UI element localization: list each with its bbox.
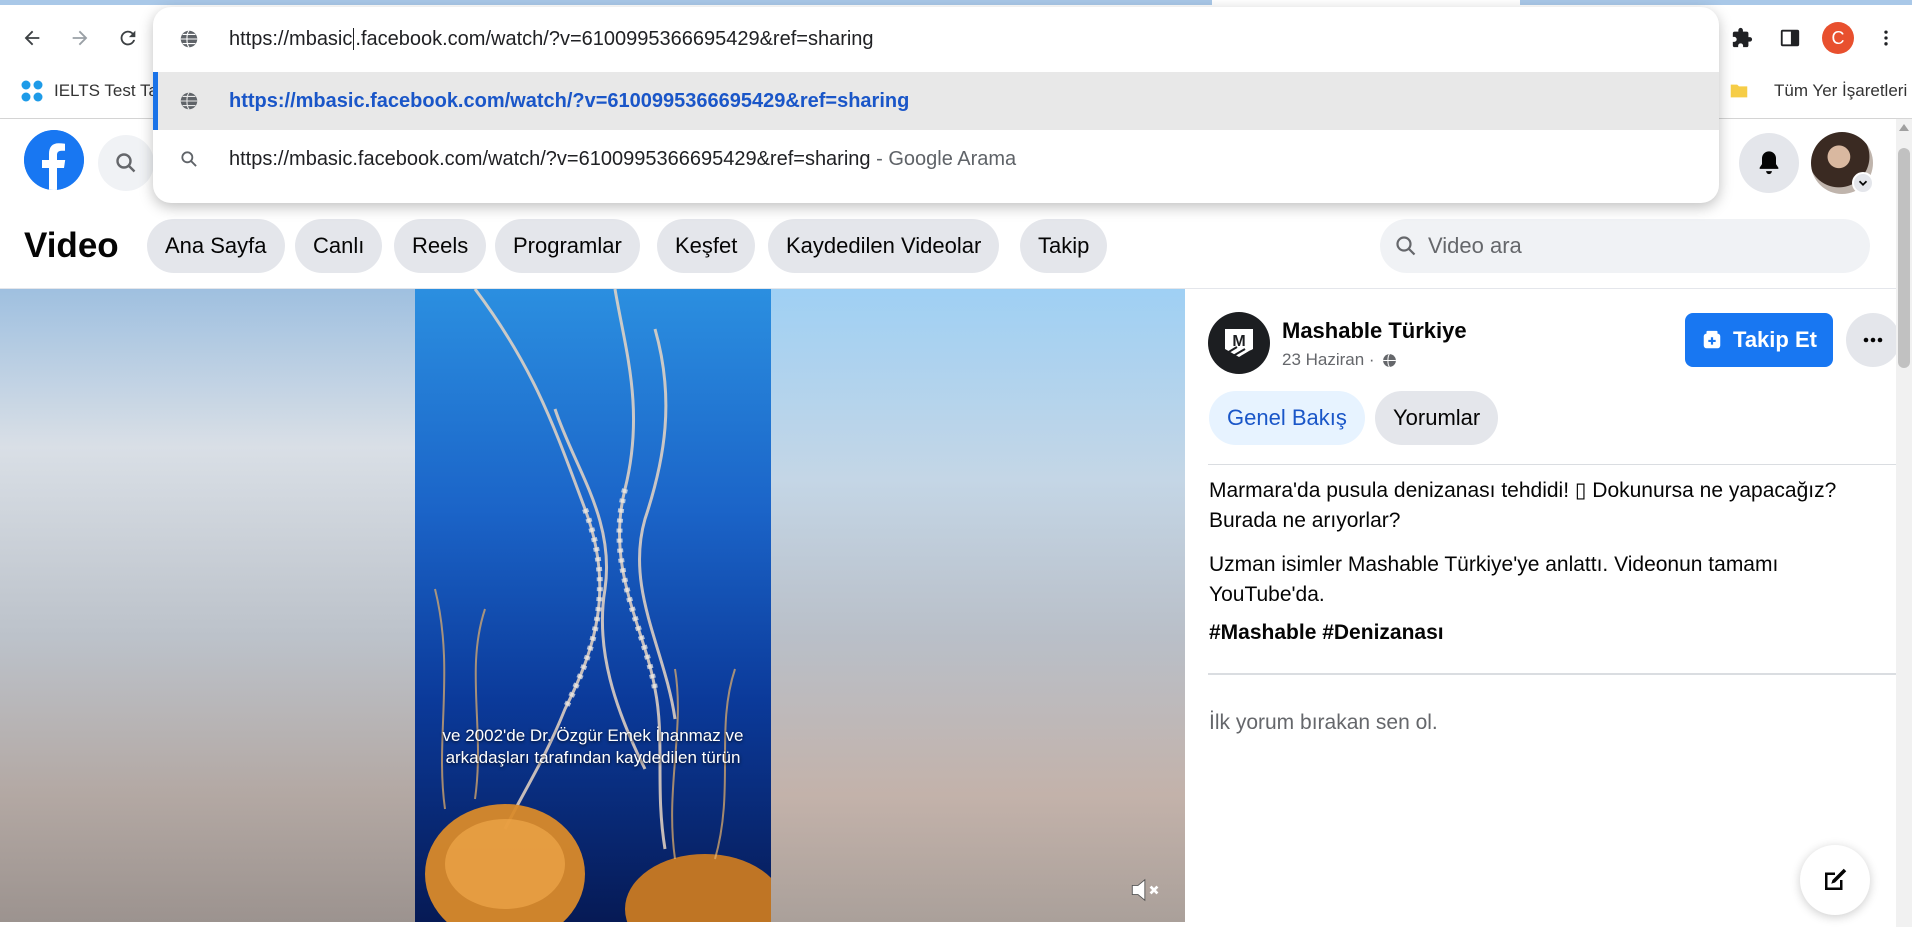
- all-bookmarks-label: Tüm Yer İşaretleri: [1774, 81, 1908, 100]
- url-before-caret: https://mbasic: [229, 27, 353, 50]
- account-menu-chevron[interactable]: [1852, 172, 1874, 194]
- forward-button[interactable]: [62, 20, 98, 56]
- search-icon: [116, 153, 136, 173]
- page-name[interactable]: Mashable Türkiye: [1282, 318, 1467, 344]
- tab-kesfet[interactable]: Keşfet: [657, 219, 756, 273]
- follow-label: Takip Et: [1733, 327, 1817, 352]
- more-options-button[interactable]: [1846, 313, 1900, 367]
- no-comments-message: İlk yorum bırakan sen ol.: [1209, 711, 1438, 734]
- post-hashtags[interactable]: #Mashable #Denizanası: [1209, 621, 1444, 645]
- divider: [1208, 673, 1896, 675]
- omnibox-dropdown: https://mbasic .facebook.com/watch/?v=610…: [153, 7, 1719, 203]
- chevron-down-icon: [1858, 180, 1868, 186]
- video-frame[interactable]: [415, 289, 771, 922]
- notifications-button[interactable]: [1739, 133, 1799, 193]
- video-backdrop-right: [771, 289, 1185, 922]
- suggestion-search-text: https://mbasic.facebook.com/watch/?v=610…: [229, 148, 1016, 171]
- bell-icon: [1759, 151, 1779, 175]
- suggestion-search[interactable]: https://mbasic.facebook.com/watch/?v=610…: [153, 130, 1719, 188]
- tab-ana-sayfa[interactable]: Ana Sayfa: [147, 219, 285, 273]
- reload-button[interactable]: [110, 20, 146, 56]
- tab-yorumlar[interactable]: Yorumlar: [1375, 391, 1499, 445]
- folder-icon: [1730, 84, 1748, 98]
- compose-icon: [1825, 868, 1847, 890]
- video-subtitle: ve 2002'de Dr. Özgür Emek İnanmaz ve ark…: [415, 725, 771, 769]
- profile-avatar-button[interactable]: C: [1822, 22, 1854, 54]
- side-panel-button[interactable]: [1772, 20, 1808, 56]
- extensions-button[interactable]: [1724, 20, 1760, 56]
- suggestion-source: - Google Arama: [870, 147, 1017, 170]
- tab-reels[interactable]: Reels: [394, 219, 487, 273]
- follow-page-icon: [1703, 330, 1721, 349]
- video-player[interactable]: ve 2002'de Dr. Özgür Emek İnanmaz ve ark…: [0, 289, 1185, 922]
- tab-takip[interactable]: Takip: [1020, 219, 1108, 273]
- tab-genel-bakis[interactable]: Genel Bakış: [1209, 391, 1365, 445]
- video-backdrop-left: [0, 289, 415, 922]
- scroll-up-arrow-icon[interactable]: [1899, 124, 1909, 131]
- bookmark-label: IELTS Test Ta: [54, 81, 158, 100]
- video-search-input[interactable]: Video ara: [1380, 219, 1870, 273]
- address-input-text: https://mbasic .facebook.com/watch/?v=610…: [229, 28, 874, 51]
- puzzle-icon: [1732, 27, 1753, 48]
- tab-programlar[interactable]: Programlar: [495, 219, 640, 273]
- follow-button[interactable]: Takip Et: [1685, 313, 1833, 367]
- post-text-paragraph-2: Uzman isimler Mashable Türkiye'ye anlatt…: [1209, 553, 1779, 606]
- subtitle-line-2: arkadaşları tarafından kaydedilen türün: [445, 748, 741, 767]
- globe-icon: [177, 27, 201, 51]
- public-globe-icon: [1382, 353, 1396, 367]
- search-icon: [177, 147, 201, 171]
- bookmark-ielts[interactable]: IELTS Test Ta: [20, 80, 158, 102]
- apps-grid-icon: [21, 80, 43, 102]
- side-panel-icon: [1780, 29, 1800, 47]
- unmute-button[interactable]: [1126, 872, 1166, 908]
- divider: [1208, 464, 1896, 465]
- all-bookmarks[interactable]: Tüm Yer İşaretleri: [1728, 80, 1907, 102]
- post-text-paragraph-1: Marmara'da pusula denizanası tehdidi! ▯ …: [1209, 479, 1837, 532]
- back-arrow-icon: [24, 30, 40, 46]
- chrome-menu-button[interactable]: [1868, 20, 1904, 56]
- more-horizontal-icon: [1863, 337, 1883, 343]
- selection-indicator: [153, 72, 158, 130]
- post-meta: 23 Haziran ·: [1282, 350, 1398, 370]
- subtitle-line-1: ve 2002'de Dr. Özgür Emek İnanmaz ve: [442, 726, 744, 745]
- new-message-button[interactable]: [1800, 845, 1870, 915]
- url-after-caret: .facebook.com/watch/?v=6100995366695429&…: [355, 27, 874, 50]
- back-button[interactable]: [14, 20, 50, 56]
- address-bar[interactable]: https://mbasic .facebook.com/watch/?v=610…: [153, 7, 1719, 71]
- kebab-menu-icon: [1884, 30, 1888, 46]
- tab-kaydedilen-videolar[interactable]: Kaydedilen Videolar: [768, 219, 1000, 273]
- facebook-search-button[interactable]: [98, 135, 154, 191]
- reload-icon: [120, 30, 136, 46]
- tab-canli[interactable]: Canlı: [295, 219, 383, 273]
- page-title: Video: [24, 226, 119, 265]
- post-date[interactable]: 23 Haziran ·: [1282, 350, 1375, 370]
- mashable-logo-icon: M: [1225, 329, 1253, 358]
- globe-icon: [177, 89, 201, 113]
- forward-arrow-icon: [72, 30, 88, 46]
- facebook-logo-icon[interactable]: [24, 130, 84, 190]
- video-search-placeholder: Video ara: [1428, 233, 1522, 258]
- suggestion-query: https://mbasic.facebook.com/watch/?v=610…: [229, 147, 871, 170]
- suggestion-url[interactable]: https://mbasic.facebook.com/watch/?v=610…: [153, 72, 1719, 130]
- scrollbar-thumb[interactable]: [1898, 148, 1910, 368]
- speaker-muted-icon: [1131, 878, 1159, 902]
- page-avatar[interactable]: M: [1208, 312, 1270, 374]
- suggestion-url-text: https://mbasic.facebook.com/watch/?v=610…: [229, 89, 910, 112]
- search-icon: [1396, 236, 1416, 256]
- jellyfish-image: [425, 289, 771, 922]
